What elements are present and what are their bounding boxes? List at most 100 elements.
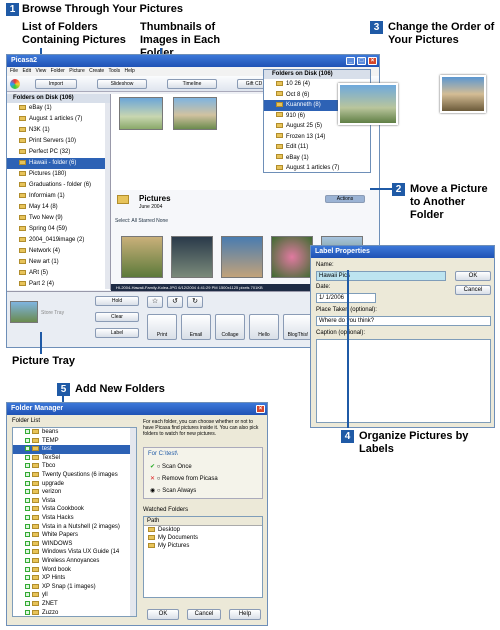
folder-item[interactable]: August 1 articles (7) xyxy=(264,163,370,174)
date-field[interactable]: 1/ 1/2006 xyxy=(316,293,376,303)
folder-item[interactable]: White Papers xyxy=(13,531,136,540)
folder-item[interactable]: ZNET xyxy=(13,600,136,609)
folder-item[interactable]: eBay (1) xyxy=(7,103,110,114)
checkbox-icon[interactable] xyxy=(25,523,30,529)
checkbox-icon[interactable] xyxy=(25,471,30,477)
email-button[interactable]: Email xyxy=(181,314,211,340)
checkbox-icon[interactable] xyxy=(25,428,30,434)
checkbox-icon[interactable] xyxy=(25,514,30,520)
checkbox-icon[interactable] xyxy=(25,497,30,503)
star-icon[interactable]: ☆ xyxy=(147,296,163,308)
close-icon[interactable]: × xyxy=(256,405,265,413)
caption-field[interactable] xyxy=(316,339,491,423)
import-button[interactable]: Import xyxy=(35,79,77,89)
menu-create[interactable]: Create xyxy=(89,68,104,74)
print-button[interactable]: Print xyxy=(147,314,177,340)
folder-item[interactable]: August 1 articles (7) xyxy=(7,114,110,125)
checkbox-icon[interactable] xyxy=(25,600,30,606)
scan-once-option[interactable]: ✔ ○ Scan Once xyxy=(150,463,192,470)
checkbox-icon[interactable] xyxy=(25,592,30,598)
album-photo[interactable] xyxy=(121,236,163,278)
menu-tools[interactable]: Tools xyxy=(108,68,120,74)
disk-panel-header[interactable]: Folders on Disk (106) xyxy=(264,70,370,79)
folder-item[interactable]: TexSel xyxy=(13,454,136,463)
thumbnail-photo[interactable] xyxy=(173,97,217,130)
checkbox-icon[interactable] xyxy=(25,446,30,452)
timeline-button[interactable]: Timeline xyxy=(167,79,217,89)
rotate-left-icon[interactable]: ↺ xyxy=(167,296,183,308)
remove-option[interactable]: ✕ ○ Remove from Picasa xyxy=(150,475,218,482)
album-photo[interactable] xyxy=(271,236,313,278)
checkbox-icon[interactable] xyxy=(25,609,30,615)
folder-item[interactable]: Print Servers (10) xyxy=(7,136,110,147)
checkbox-icon[interactable] xyxy=(25,489,30,495)
folder-item[interactable]: Perfect PC (32) xyxy=(7,147,110,158)
folder-item[interactable]: Vista xyxy=(13,497,136,506)
scan-always-option[interactable]: ◉ ○ Scan Always xyxy=(150,487,196,494)
checkbox-icon[interactable] xyxy=(25,575,30,581)
folder-item[interactable]: test xyxy=(13,445,136,454)
folder-item[interactable]: May 14 (8) xyxy=(7,202,110,213)
folder-item[interactable]: Pictures (180) xyxy=(7,169,110,180)
folder-item[interactable]: N3K (1) xyxy=(7,125,110,136)
reorder-photo[interactable] xyxy=(440,75,486,113)
folder-item[interactable]: Frozen 13 (14) xyxy=(264,132,370,143)
checkbox-icon[interactable] xyxy=(25,583,30,589)
name-field[interactable]: Hawaii Pics xyxy=(316,271,446,281)
folder-item[interactable]: beans xyxy=(13,428,136,437)
cancel-button[interactable]: Cancel xyxy=(455,285,491,295)
folder-item[interactable]: Spring 04 (59) xyxy=(7,224,110,235)
menu-edit[interactable]: Edit xyxy=(22,68,31,74)
ok-button[interactable]: OK xyxy=(455,271,491,281)
tray-photo[interactable] xyxy=(10,301,38,323)
folder-item[interactable]: Vista Hacks xyxy=(13,514,136,523)
dragged-photo[interactable] xyxy=(338,83,398,125)
menu-picture[interactable]: Picture xyxy=(69,68,85,74)
watched-item[interactable]: My Documents xyxy=(144,534,262,542)
slideshow-button[interactable]: Slideshow xyxy=(97,79,147,89)
hold-button[interactable]: Hold xyxy=(95,296,139,306)
folder-item[interactable]: XP Snap (1 images) xyxy=(13,583,136,592)
checkbox-icon[interactable] xyxy=(25,549,30,555)
watched-item[interactable]: My Pictures xyxy=(144,542,262,550)
checkbox-icon[interactable] xyxy=(25,454,30,460)
checkbox-icon[interactable] xyxy=(25,506,30,512)
album-photo[interactable] xyxy=(221,236,263,278)
scrollbar[interactable] xyxy=(105,103,110,289)
maximize-icon[interactable]: □ xyxy=(357,57,366,65)
actions-button[interactable]: Actions xyxy=(325,195,365,203)
folder-item[interactable]: yll xyxy=(13,591,136,600)
menu-file[interactable]: File xyxy=(10,68,18,74)
checkbox-icon[interactable] xyxy=(25,540,30,546)
folder-item[interactable]: Informiam (1) xyxy=(7,191,110,202)
folder-item[interactable]: Word book xyxy=(13,566,136,575)
folder-item[interactable]: Windows Vista UX Guide (14 xyxy=(13,548,136,557)
scrollbar[interactable] xyxy=(130,428,136,616)
folder-item[interactable]: upgrade xyxy=(13,480,136,489)
blogthis-button[interactable]: BlogThis! xyxy=(283,314,313,340)
thumbnail-photo[interactable] xyxy=(119,97,163,130)
place-field[interactable]: Where do you think? xyxy=(316,316,491,326)
folder-item[interactable]: Graduations - folder (6) xyxy=(7,180,110,191)
folder-item[interactable]: 2004_0419image (2) xyxy=(7,235,110,246)
folder-item[interactable]: Two New (9) xyxy=(7,213,110,224)
folder-item[interactable]: Hawaii - folder (6) xyxy=(7,158,110,169)
checkbox-icon[interactable] xyxy=(25,437,30,443)
folder-item[interactable]: Vista in a Nutshell (2 images) xyxy=(13,523,136,532)
menu-help[interactable]: Help xyxy=(125,68,135,74)
folder-item[interactable]: ARt (5) xyxy=(7,268,110,279)
watched-item[interactable]: Desktop xyxy=(144,526,262,534)
clear-button[interactable]: Clear xyxy=(95,312,139,322)
checkbox-icon[interactable] xyxy=(25,463,30,469)
hello-button[interactable]: Hello xyxy=(249,314,279,340)
folder-list-header[interactable]: Folders on Disk (106) xyxy=(7,94,110,103)
ok-button[interactable]: OK xyxy=(147,609,179,620)
collage-button[interactable]: Collage xyxy=(215,314,245,340)
menu-view[interactable]: View xyxy=(35,68,46,74)
folder-item[interactable]: Edit (11) xyxy=(264,142,370,153)
checkbox-icon[interactable] xyxy=(25,566,30,572)
album-photo[interactable] xyxy=(171,236,213,278)
folder-item[interactable]: XP Hints xyxy=(13,574,136,583)
folder-item[interactable]: verizon xyxy=(13,488,136,497)
folder-item[interactable]: eBay (1) xyxy=(264,153,370,164)
